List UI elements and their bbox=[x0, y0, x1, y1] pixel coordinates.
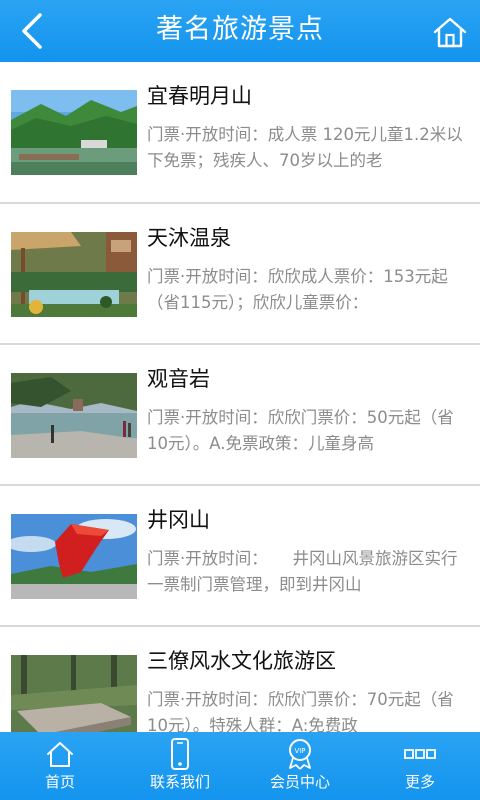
bottom-tab-bar: 首页 联系我们 VIP 会员中心 更多 bbox=[0, 732, 480, 800]
list-item[interactable]: 井冈山 门票·开放时间： 井冈山风景旅游区实行一票制门票管理，即到井冈山 bbox=[0, 486, 480, 627]
attraction-name: 天沐温泉 bbox=[147, 226, 231, 250]
vip-badge-icon: VIP bbox=[289, 739, 311, 770]
attraction-name: 观音岩 bbox=[147, 367, 210, 391]
list-item[interactable]: 观音岩 门票·开放时间：欣欣门票价：50元起（省10元）。A.免票政策：儿童身高 bbox=[0, 345, 480, 486]
attraction-list: 宜春明月山 门票·开放时间：成人票 120元儿童1.2米以下免票；残疾人、70岁… bbox=[0, 62, 480, 732]
list-item[interactable]: 宜春明月山 门票·开放时间：成人票 120元儿童1.2米以下免票；残疾人、70岁… bbox=[0, 62, 480, 204]
attraction-name: 三僚风水文化旅游区 bbox=[147, 649, 336, 673]
attraction-thumbnail bbox=[11, 655, 137, 732]
home-icon bbox=[47, 742, 73, 767]
svg-text:VIP: VIP bbox=[294, 747, 305, 755]
attraction-thumbnail bbox=[11, 373, 137, 458]
tab-label: 会员中心 bbox=[269, 773, 330, 791]
tab-more[interactable]: 更多 bbox=[360, 732, 480, 800]
more-icon bbox=[404, 749, 436, 759]
forest-pavilion-photo bbox=[11, 655, 137, 732]
home-button[interactable] bbox=[430, 12, 470, 52]
tab-contact[interactable]: 联系我们 bbox=[120, 732, 240, 800]
list-item[interactable]: 三僚风水文化旅游区 门票·开放时间：欣欣门票价：70元起（省10元）。特殊人群：… bbox=[0, 627, 480, 732]
attraction-description: 门票·开放时间：欣欣成人票价：153元起（省115元）；欣欣儿童票价： bbox=[147, 267, 448, 312]
attraction-thumbnail bbox=[11, 514, 137, 599]
attraction-name: 井冈山 bbox=[147, 508, 210, 532]
hot-spring-photo bbox=[11, 232, 137, 317]
attraction-description: 门票·开放时间：成人票 120元儿童1.2米以下免票；残疾人、70岁以上的老 bbox=[147, 125, 463, 170]
tab-member-center[interactable]: VIP 会员中心 bbox=[240, 732, 360, 800]
mountain-lake-photo bbox=[11, 90, 137, 175]
list-item[interactable]: 天沐温泉 门票·开放时间：欣欣成人票价：153元起（省115元）；欣欣儿童票价： bbox=[0, 204, 480, 345]
cliff-river-photo bbox=[11, 373, 137, 458]
home-icon bbox=[433, 17, 467, 48]
tab-label: 首页 bbox=[44, 773, 75, 791]
tab-label: 更多 bbox=[404, 773, 435, 791]
red-flag-monument-photo bbox=[11, 514, 137, 599]
attraction-description: 门票·开放时间：欣欣门票价：70元起（省10元）。特殊人群：A:免费政 bbox=[147, 690, 454, 732]
attraction-description: 门票·开放时间： 井冈山风景旅游区实行一票制门票管理，即到井冈山 bbox=[147, 549, 458, 594]
attraction-thumbnail bbox=[11, 90, 137, 175]
attraction-thumbnail bbox=[11, 232, 137, 317]
page-title: 著名旅游景点 bbox=[156, 14, 324, 45]
attraction-name: 宜春明月山 bbox=[147, 84, 252, 108]
header-bar: 著名旅游景点 bbox=[0, 0, 480, 62]
phone-icon bbox=[171, 738, 189, 770]
tab-home[interactable]: 首页 bbox=[0, 732, 120, 800]
attraction-description: 门票·开放时间：欣欣门票价：50元起（省10元）。A.免票政策：儿童身高 bbox=[147, 408, 454, 453]
tab-label: 联系我们 bbox=[149, 773, 210, 791]
